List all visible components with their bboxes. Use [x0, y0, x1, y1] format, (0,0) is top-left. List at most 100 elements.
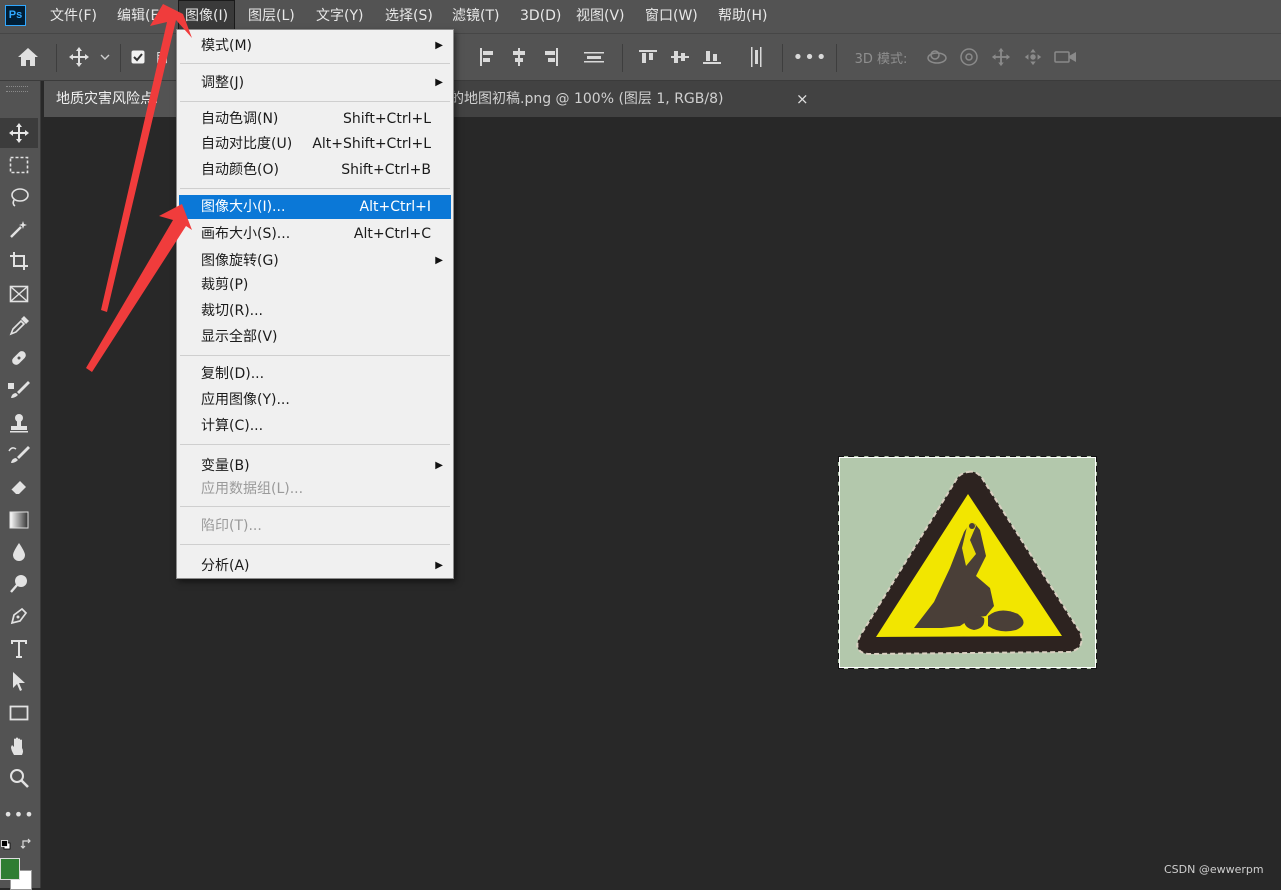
healing-brush-tool-icon[interactable]	[0, 343, 38, 373]
auto-select-label: 自	[155, 50, 169, 66]
watermark: CSDN @ewwerpm	[1164, 863, 1264, 876]
menu-item-label: 模式(M)	[201, 38, 253, 54]
menu-view[interactable]: 视图(V)	[570, 0, 631, 33]
marquee-tool-icon[interactable]	[0, 150, 38, 180]
auto-select-checkbox[interactable]	[128, 34, 148, 80]
menu-item-label: 陷印(T)...	[201, 518, 262, 534]
menu-item-auto-contrast[interactable]: 自动对比度(U) Alt+Shift+Ctrl+L	[179, 132, 451, 156]
close-icon[interactable]: ×	[796, 81, 809, 117]
menu-filter[interactable]: 滤镜(T)	[446, 0, 505, 33]
clone-stamp-tool-icon[interactable]	[0, 408, 38, 438]
photoshop-logo: Ps	[5, 5, 26, 26]
menu-item-mode[interactable]: 模式(M) ▶	[179, 34, 451, 58]
gradient-tool-icon[interactable]	[0, 505, 38, 535]
dodge-tool-icon[interactable]	[0, 569, 38, 599]
foreground-color-swatch[interactable]	[0, 858, 20, 880]
tools-panel: •••	[0, 81, 41, 890]
submenu-arrow-icon: ▶	[435, 460, 443, 471]
3d-orbit-icon[interactable]	[924, 34, 950, 80]
menu-file[interactable]: 文件(F)	[44, 0, 103, 33]
menu-edit[interactable]: 编辑(E)	[111, 0, 171, 33]
menu-item-trim[interactable]: 裁切(R)...	[179, 299, 451, 323]
pen-tool-icon[interactable]	[0, 601, 38, 631]
menu-item-label: 应用数据组(L)...	[201, 481, 304, 497]
menu-item-label: 分析(A)	[201, 558, 250, 574]
menu-item-label: 计算(C)...	[201, 418, 264, 434]
menu-item-label: 自动颜色(O)	[201, 162, 279, 178]
move-tool-icon[interactable]	[64, 34, 94, 80]
menu-item-shortcut: Alt+Ctrl+I	[359, 199, 431, 215]
eyedropper-tool-icon[interactable]	[0, 311, 38, 341]
menu-item-trap: 陷印(T)...	[179, 514, 451, 538]
submenu-arrow-icon: ▶	[435, 255, 443, 266]
menu-item-adjustments[interactable]: 调整(J) ▶	[179, 71, 451, 95]
menu-item-calculations[interactable]: 计算(C)...	[179, 414, 451, 438]
menu-item-apply-image[interactable]: 应用图像(Y)...	[179, 388, 451, 412]
3d-mode-label: 3D 模式:	[854, 51, 908, 67]
hand-tool-icon[interactable]	[0, 731, 38, 761]
more-options-icon[interactable]: •••	[793, 34, 827, 80]
3d-camera-icon[interactable]	[1052, 34, 1080, 80]
rectangle-tool-icon[interactable]	[0, 698, 38, 728]
menu-item-label: 图像旋转(G)	[201, 253, 279, 269]
menu-item-canvas-size[interactable]: 画布大小(S)... Alt+Ctrl+C	[179, 222, 451, 246]
menu-item-auto-color[interactable]: 自动颜色(O) Shift+Ctrl+B	[179, 158, 451, 182]
menu-item-duplicate[interactable]: 复制(D)...	[179, 362, 451, 386]
lasso-tool-icon[interactable]	[0, 182, 38, 212]
menu-item-variables[interactable]: 变量(B) ▶	[179, 454, 451, 478]
type-tool-icon[interactable]	[0, 634, 38, 664]
swap-colors-icon[interactable]	[20, 837, 34, 851]
frame-tool-icon[interactable]	[0, 279, 38, 309]
menu-item-reveal-all[interactable]: 显示全部(V)	[179, 325, 451, 349]
image-menu-dropdown: 模式(M) ▶ 调整(J) ▶ 自动色调(N) Shift+Ctrl+L 自动对比度(…	[176, 29, 454, 579]
blur-tool-icon[interactable]	[0, 537, 38, 567]
move-tool-icon[interactable]	[0, 118, 38, 148]
brush-tool-icon[interactable]	[0, 375, 38, 405]
menu-item-image-size[interactable]: 图像大小(I)... Alt+Ctrl+I	[179, 195, 451, 219]
align-top-icon[interactable]	[636, 34, 660, 80]
menu-item-label: 自动色调(N)	[201, 111, 279, 127]
crop-tool-icon[interactable]	[0, 246, 38, 276]
chevron-down-icon[interactable]	[96, 34, 114, 80]
eraser-tool-icon[interactable]	[0, 472, 38, 502]
3d-pan-icon[interactable]	[988, 34, 1014, 80]
menu-item-label: 图像大小(I)...	[201, 199, 286, 215]
menu-item-shortcut: Shift+Ctrl+B	[341, 162, 431, 178]
menu-item-label: 变量(B)	[201, 458, 250, 474]
distribute-vertical-icon[interactable]	[744, 34, 768, 80]
panel-grip[interactable]	[6, 86, 28, 92]
home-icon[interactable]	[10, 34, 46, 80]
menu-item-label: 应用图像(Y)...	[201, 392, 290, 408]
distribute-horizontal-icon[interactable]	[582, 34, 606, 80]
menu-item-label: 画布大小(S)...	[201, 226, 291, 242]
align-bottom-icon[interactable]	[700, 34, 724, 80]
menu-item-shortcut: Alt+Shift+Ctrl+L	[312, 136, 431, 152]
tab-label: 地质灾害风险点.	[56, 91, 159, 107]
menu-window[interactable]: 窗口(W)	[639, 0, 704, 33]
menu-item-label: 自动对比度(U)	[201, 136, 293, 152]
menu-item-label: 显示全部(V)	[201, 329, 278, 345]
align-hcenter-icon[interactable]	[508, 34, 530, 80]
zoom-tool-icon[interactable]	[0, 763, 38, 793]
magic-wand-tool-icon[interactable]	[0, 214, 38, 244]
path-selection-tool-icon[interactable]	[0, 666, 38, 696]
menu-item-shortcut: Shift+Ctrl+L	[343, 111, 431, 127]
menu-item-crop[interactable]: 裁剪(P)	[179, 273, 451, 297]
edit-toolbar-icon[interactable]: •••	[0, 799, 38, 829]
default-colors-icon[interactable]	[1, 838, 11, 850]
align-vcenter-icon[interactable]	[668, 34, 692, 80]
menu-item-label: 复制(D)...	[201, 366, 265, 382]
menu-3d[interactable]: 3D(D)	[514, 0, 567, 33]
menu-item-image-rotation[interactable]: 图像旋转(G) ▶	[179, 249, 451, 273]
tab-label: 的地图初稿.png @ 100% (图层 1, RGB/8)	[450, 91, 724, 107]
menu-help[interactable]: 帮助(H)	[712, 0, 773, 33]
menu-item-auto-tone[interactable]: 自动色调(N) Shift+Ctrl+L	[179, 107, 451, 131]
submenu-arrow-icon: ▶	[435, 560, 443, 571]
align-left-icon[interactable]	[476, 34, 498, 80]
3d-slide-icon[interactable]	[1020, 34, 1046, 80]
history-brush-tool-icon[interactable]	[0, 440, 38, 470]
menu-item-analysis[interactable]: 分析(A) ▶	[179, 554, 451, 578]
3d-roll-icon[interactable]	[956, 34, 982, 80]
menu-item-apply-data-set: 应用数据组(L)...	[179, 477, 451, 501]
align-right-icon[interactable]	[540, 34, 562, 80]
